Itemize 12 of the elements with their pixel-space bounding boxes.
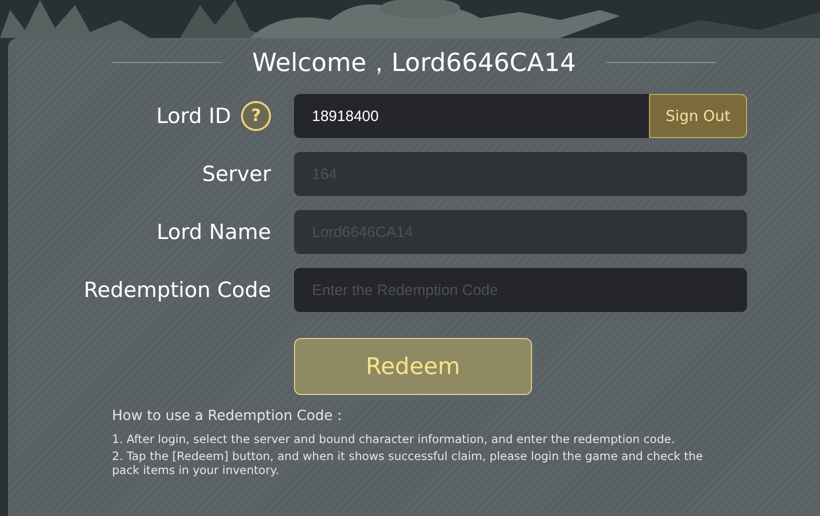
field-label: Lord ID xyxy=(156,104,231,128)
field-label: Lord Name xyxy=(156,220,271,244)
welcome-title: Welcome，Lord6646CA14 xyxy=(252,46,576,78)
help-icon[interactable]: ? xyxy=(241,101,271,131)
input-field[interactable]: 18918400 xyxy=(294,94,649,138)
instructions-heading: How to use a Redemption Code： xyxy=(112,407,348,425)
sign-out-button[interactable]: Sign Out xyxy=(649,94,747,138)
field-label: Redemption Code xyxy=(84,278,271,302)
redeem-button[interactable]: Redeem xyxy=(294,338,532,395)
instruction-step: 2. Tap the [Redeem] button, and when it shows successful claim, please login the game and check the pack items in your inventory. xyxy=(112,449,712,477)
instruction-step: 1. After login, select the server and bound character information, and enter the redemption code. xyxy=(112,432,712,446)
field-label: Server xyxy=(202,162,271,186)
